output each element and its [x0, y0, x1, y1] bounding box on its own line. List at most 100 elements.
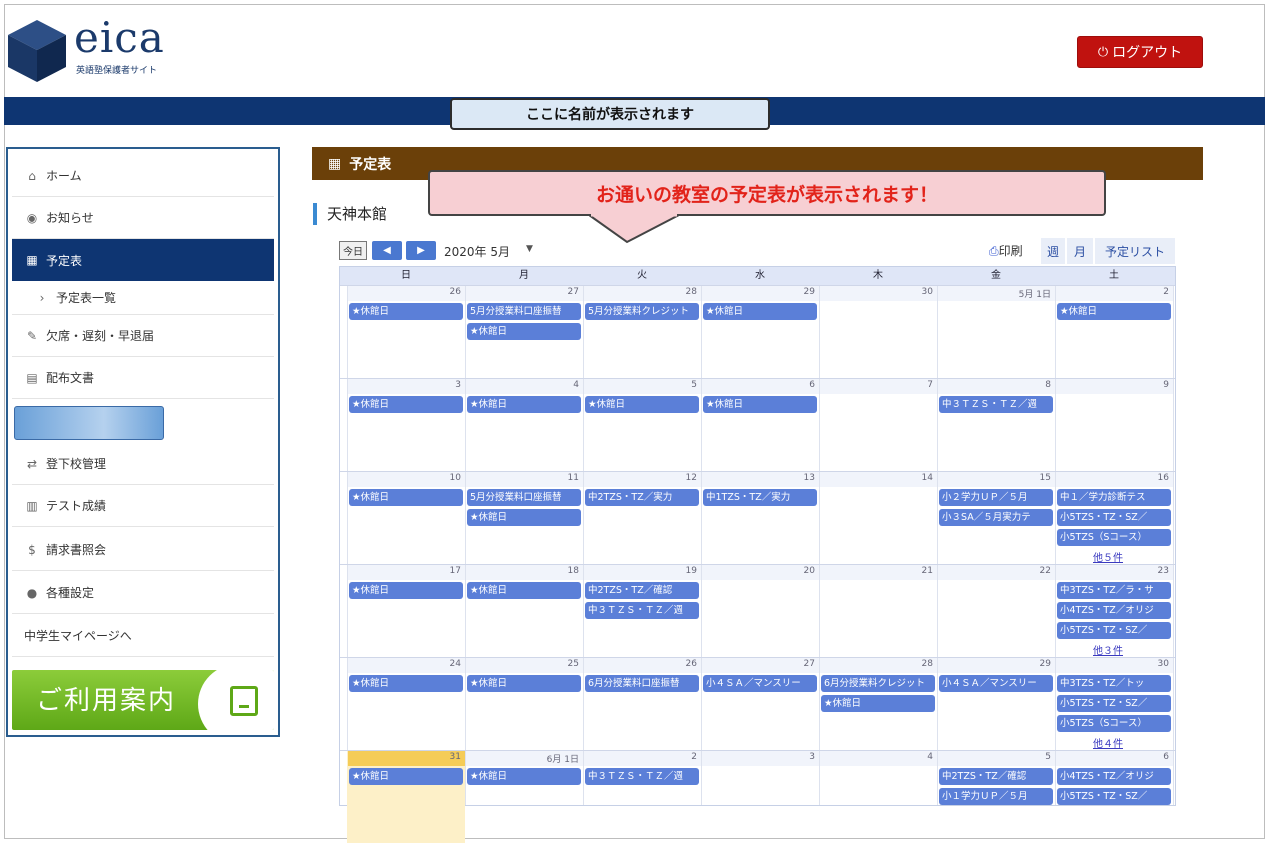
calendar-event[interactable]: 中１／学力診断テス: [1057, 489, 1171, 506]
day-number[interactable]: 18: [465, 566, 579, 576]
day-number[interactable]: 19: [583, 566, 697, 576]
calendar-event[interactable]: 中2TZS・TZ／確認: [585, 582, 699, 599]
day-number[interactable]: 24: [347, 659, 461, 669]
day-number[interactable]: 5: [583, 380, 697, 390]
calendar-event[interactable]: ★休館日: [349, 675, 463, 692]
calendar-event[interactable]: ★休館日: [349, 396, 463, 413]
calendar-event[interactable]: 中2TZS・TZ／実力: [585, 489, 699, 506]
day-number[interactable]: 26: [347, 287, 461, 297]
calendar-event[interactable]: 中3TZS・TZ／ラ・サ: [1057, 582, 1171, 599]
day-number[interactable]: 27: [701, 659, 815, 669]
day-number[interactable]: 28: [583, 287, 697, 297]
today-button[interactable]: 今日: [339, 241, 367, 260]
day-number[interactable]: 15: [937, 473, 1051, 483]
calendar-event[interactable]: ★休館日: [467, 396, 581, 413]
day-number[interactable]: 14: [819, 473, 933, 483]
calendar-event[interactable]: 中2TZS・TZ／確認: [939, 768, 1053, 785]
day-number[interactable]: 25: [465, 659, 579, 669]
sidebar-item-4[interactable]: ✎ 欠席・遅刻・早退届: [12, 315, 274, 357]
calendar-event[interactable]: ★休館日: [585, 396, 699, 413]
day-number[interactable]: 11: [465, 473, 579, 483]
day-number[interactable]: 9: [1055, 380, 1169, 390]
view-week-button[interactable]: 週: [1041, 238, 1065, 264]
calendar-event[interactable]: 小5TZS・TZ・SZ／: [1057, 509, 1171, 526]
calendar-event[interactable]: 小5TZS・TZ・SZ／: [1057, 788, 1171, 805]
calendar-event[interactable]: 小5TZS・TZ・SZ／: [1057, 622, 1171, 639]
next-month-button[interactable]: ▶: [406, 241, 436, 260]
calendar-event[interactable]: 6月分授業料クレジット: [821, 675, 935, 692]
day-number[interactable]: 16: [1055, 473, 1169, 483]
calendar-event[interactable]: 中３ＴＺＳ・ＴＺ／週: [585, 602, 699, 619]
calendar-event[interactable]: 5月分授業料口座振替: [467, 489, 581, 506]
sidebar-item-3[interactable]: › 予定表一覧: [12, 281, 274, 315]
day-number[interactable]: 6: [701, 380, 815, 390]
day-number[interactable]: 13: [701, 473, 815, 483]
sidebar-item-5[interactable]: ▤ 配布文書: [12, 357, 274, 399]
day-number[interactable]: 26: [583, 659, 697, 669]
calendar-event[interactable]: 5月分授業料クレジット: [585, 303, 699, 320]
day-number[interactable]: 31: [347, 752, 461, 762]
day-number[interactable]: 30: [1055, 659, 1169, 669]
day-number[interactable]: 20: [701, 566, 815, 576]
calendar-event[interactable]: 小5TZS（Sコース）: [1057, 715, 1171, 732]
calendar-event[interactable]: ★休館日: [467, 323, 581, 340]
print-button[interactable]: ⎙印刷: [989, 242, 1023, 259]
prev-month-button[interactable]: ◀: [372, 241, 402, 260]
sidebar-item-6[interactable]: ⇄ 登下校管理: [12, 443, 274, 485]
sidebar-item-9[interactable]: ● 各種設定: [12, 572, 274, 614]
day-number[interactable]: 2: [583, 752, 697, 762]
day-number[interactable]: 3: [347, 380, 461, 390]
view-month-button[interactable]: 月: [1067, 238, 1093, 264]
day-number[interactable]: 10: [347, 473, 461, 483]
calendar-event[interactable]: ★休館日: [467, 509, 581, 526]
sidebar-item-1[interactable]: ◉ お知らせ: [12, 197, 274, 239]
calendar-event[interactable]: 小4TZS・TZ／オリジ: [1057, 768, 1171, 785]
calendar-event[interactable]: ★休館日: [703, 303, 817, 320]
day-number[interactable]: 22: [937, 566, 1051, 576]
day-number[interactable]: 12: [583, 473, 697, 483]
sidebar-item-10[interactable]: 中学生マイページへ: [12, 615, 274, 657]
calendar-event[interactable]: ★休館日: [349, 303, 463, 320]
more-events-link[interactable]: 他３件: [1093, 642, 1123, 657]
calendar-event[interactable]: ★休館日: [349, 582, 463, 599]
calendar-event[interactable]: 小5TZS・TZ・SZ／: [1057, 695, 1171, 712]
calendar-event[interactable]: ★休館日: [349, 489, 463, 506]
calendar-event[interactable]: 小４ＳＡ／マンスリー: [703, 675, 817, 692]
calendar-event[interactable]: 中３ＴＺＳ・ＴＺ／週: [585, 768, 699, 785]
calendar-event[interactable]: ★休館日: [1057, 303, 1171, 320]
day-number[interactable]: 3: [701, 752, 815, 762]
calendar-event[interactable]: 小３SA／５月実力テ: [939, 509, 1053, 526]
current-month[interactable]: 2020年 5月: [444, 243, 510, 260]
sidebar-item-7[interactable]: ▥ テスト成績: [12, 485, 274, 527]
calendar-event[interactable]: ★休館日: [821, 695, 935, 712]
day-number[interactable]: 6月 1日: [465, 752, 579, 765]
more-events-link[interactable]: 他５件: [1093, 549, 1123, 564]
day-number[interactable]: 23: [1055, 566, 1169, 576]
sidebar-item-8[interactable]: $ 請求書照会: [12, 529, 274, 571]
day-number[interactable]: 5: [937, 752, 1051, 762]
calendar-event[interactable]: 小４ＳＡ／マンスリー: [939, 675, 1053, 692]
calendar-event[interactable]: 小5TZS（Sコース）: [1057, 529, 1171, 546]
day-number[interactable]: 29: [701, 287, 815, 297]
calendar-event[interactable]: 中1TZS・TZ／実力: [703, 489, 817, 506]
day-number[interactable]: 4: [819, 752, 933, 762]
sidebar-item-0[interactable]: ⌂ ホーム: [12, 155, 274, 197]
sidebar-blank-item[interactable]: [14, 406, 164, 440]
calendar-event[interactable]: 中３ＴＺＳ・ＴＺ／週: [939, 396, 1053, 413]
day-number[interactable]: 2: [1055, 287, 1169, 297]
caret-down-icon[interactable]: ▼: [526, 244, 533, 254]
day-number[interactable]: 4: [465, 380, 579, 390]
calendar-event[interactable]: ★休館日: [703, 396, 817, 413]
calendar-event[interactable]: ★休館日: [349, 768, 463, 785]
calendar-event[interactable]: 小１学力ＵＰ／５月: [939, 788, 1053, 805]
day-number[interactable]: 21: [819, 566, 933, 576]
day-number[interactable]: 5月 1日: [937, 287, 1051, 300]
day-number[interactable]: 8: [937, 380, 1051, 390]
logout-button[interactable]: ⏻ ログアウト: [1077, 36, 1203, 68]
more-events-link[interactable]: 他４件: [1093, 735, 1123, 750]
day-number[interactable]: 17: [347, 566, 461, 576]
day-number[interactable]: 27: [465, 287, 579, 297]
day-number[interactable]: 28: [819, 659, 933, 669]
calendar-event[interactable]: 5月分授業料口座振替: [467, 303, 581, 320]
day-number[interactable]: 30: [819, 287, 933, 297]
